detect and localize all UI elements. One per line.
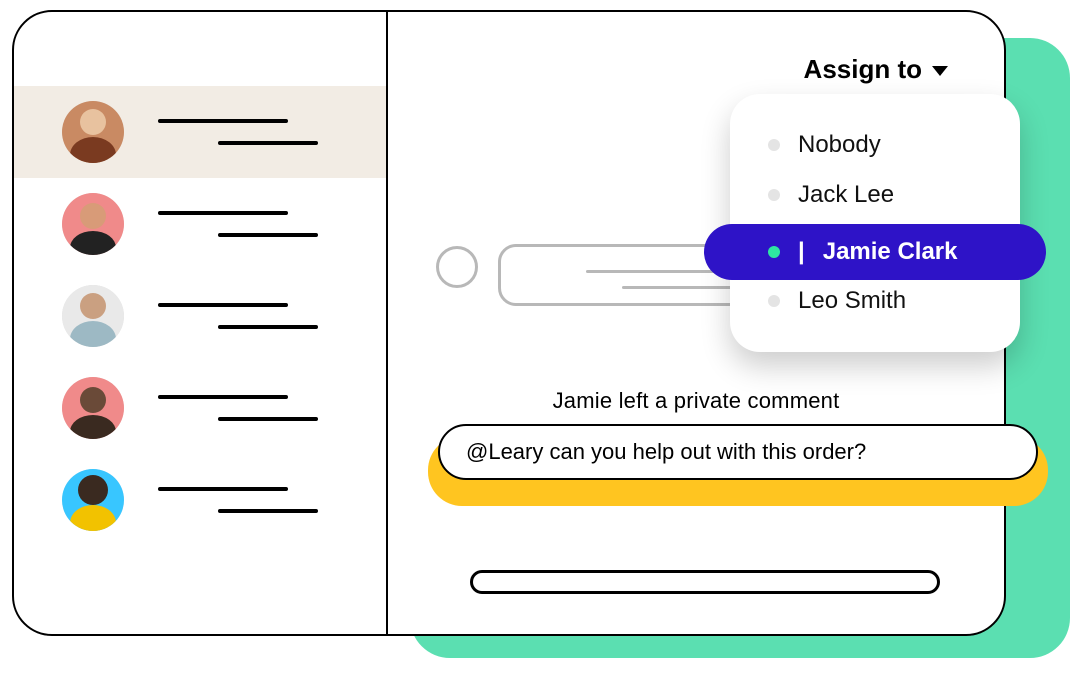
status-dot-icon xyxy=(768,246,780,258)
assign-option-leo-smith[interactable]: Leo Smith xyxy=(730,276,1020,326)
option-label: Leo Smith xyxy=(798,287,906,315)
status-dot-icon xyxy=(768,295,780,307)
placeholder-lines xyxy=(158,487,318,513)
placeholder-lines xyxy=(158,395,318,421)
list-item[interactable] xyxy=(14,270,386,362)
assign-to-label: Assign to xyxy=(804,54,922,85)
comment-text: @Leary can you help out with this order? xyxy=(438,424,1038,480)
avatar xyxy=(62,377,124,439)
list-item[interactable] xyxy=(14,86,386,178)
placeholder-lines xyxy=(158,303,318,329)
assign-option-jack-lee[interactable]: Jack Lee xyxy=(730,170,1020,220)
option-label: Jamie Clark xyxy=(823,238,958,266)
list-item[interactable] xyxy=(14,362,386,454)
avatar xyxy=(62,193,124,255)
option-label: Nobody xyxy=(798,131,881,159)
avatar xyxy=(62,469,124,531)
placeholder-lines xyxy=(158,119,318,145)
reply-input[interactable] xyxy=(470,570,940,594)
option-label: Jack Lee xyxy=(798,181,894,209)
assign-option-nobody[interactable]: Nobody xyxy=(730,120,1020,170)
list-item[interactable] xyxy=(14,454,386,546)
caret-down-icon xyxy=(932,66,948,76)
assign-to-popover: Nobody Jack Lee Leo Smith | Jamie Clark xyxy=(730,94,1020,352)
status-dot-icon xyxy=(768,139,780,151)
assign-to-dropdown-trigger[interactable]: Assign to xyxy=(804,54,948,85)
private-comment-bubble: @Leary can you help out with this order? xyxy=(438,424,1048,504)
status-dot-icon xyxy=(768,189,780,201)
private-comment-header thand: Jamie left a private comment xyxy=(388,388,1004,414)
avatar-placeholder-icon xyxy=(436,246,478,288)
avatar xyxy=(62,285,124,347)
avatar xyxy=(62,101,124,163)
assign-option-jamie-clark-selected[interactable]: | Jamie Clark xyxy=(704,224,1046,280)
sidebar xyxy=(14,12,388,634)
list-item[interactable] xyxy=(14,178,386,270)
placeholder-lines xyxy=(158,211,318,237)
